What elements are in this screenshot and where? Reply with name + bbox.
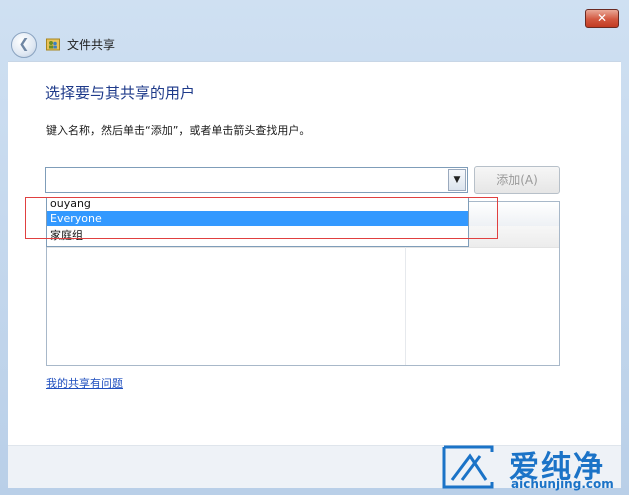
back-button[interactable]: ❮ (11, 32, 37, 58)
users-folder-icon (46, 38, 60, 51)
file-sharing-window: ✕ ❮ 文件共享 选择要与其共享的用户 键入名称，然后单击“添加”，或者单击箭头… (0, 0, 629, 495)
close-button[interactable]: ✕ (585, 9, 619, 28)
back-arrow-icon: ❮ (18, 37, 30, 52)
close-icon: ✕ (596, 11, 608, 25)
page-heading: 选择要与其共享的用户 (45, 84, 196, 102)
window-title: 文件共享 (67, 38, 116, 52)
watermark: 爱纯净 aichunjing.com (437, 440, 629, 495)
instruction-text: 键入名称，然后单击“添加”，或者单击箭头查找用户。 (46, 124, 311, 137)
sharing-help-link[interactable]: 我的共享有问题 (46, 375, 123, 391)
watermark-logo-icon (442, 445, 494, 489)
add-button[interactable]: 添加(A) (474, 166, 560, 194)
watermark-url: aichunjing.com (511, 477, 614, 491)
user-name-combobox[interactable]: ▼ (45, 167, 468, 193)
highlight-annotation-box (25, 197, 498, 239)
dropdown-arrow-icon[interactable]: ▼ (448, 169, 466, 191)
